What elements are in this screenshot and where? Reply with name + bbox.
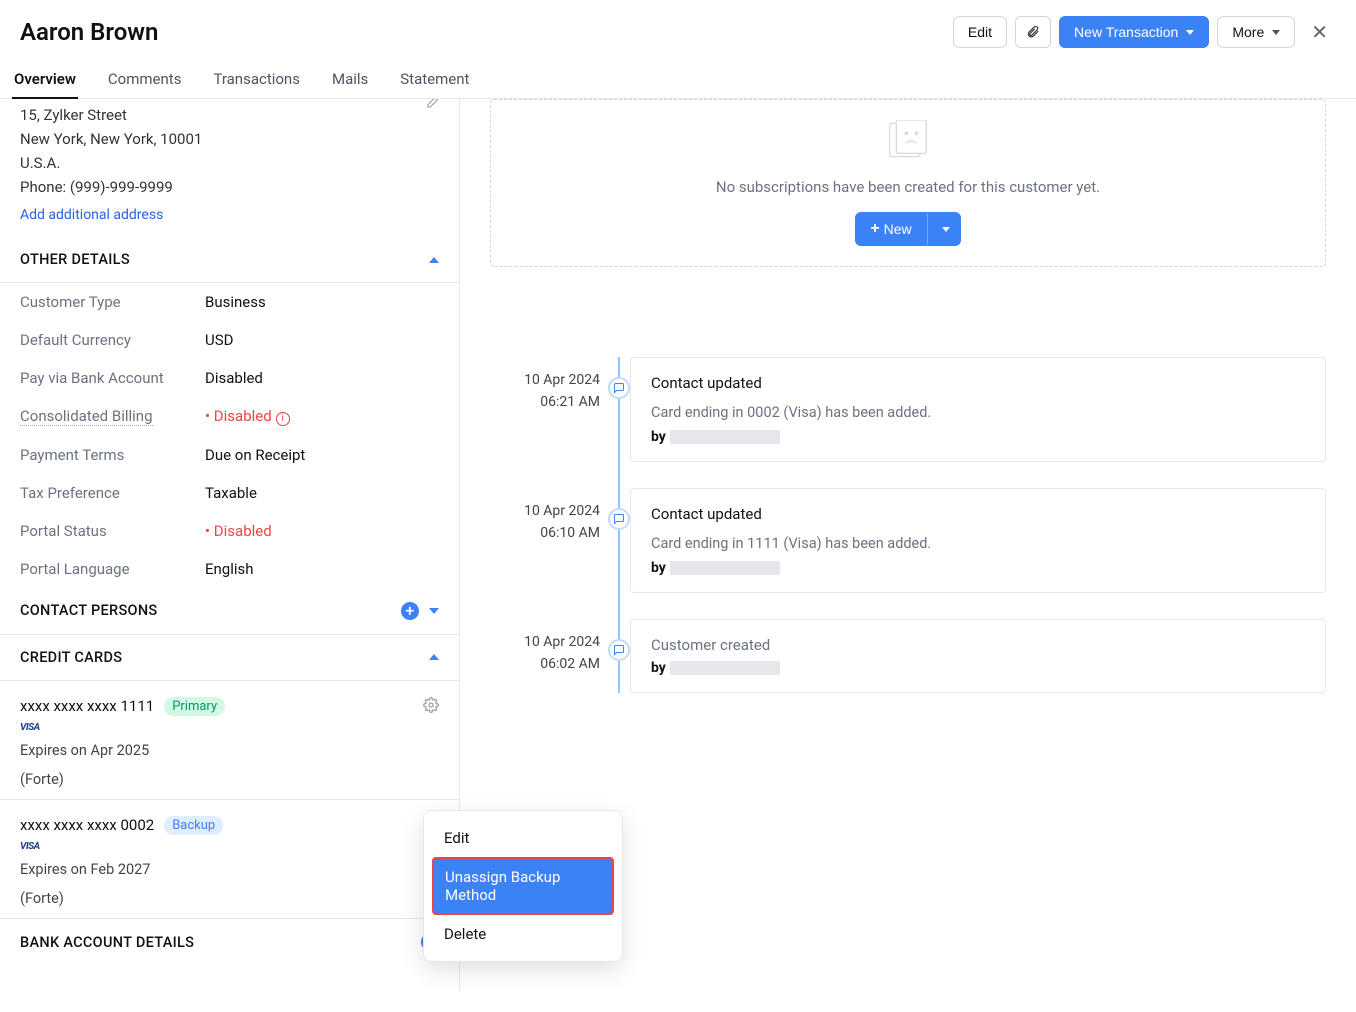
- row-pay-via-bank: Pay via Bank Account Disabled: [0, 359, 459, 397]
- card-number: xxxx xxxx xxxx 0002: [20, 816, 154, 834]
- card-expires: Expires on Apr 2025: [20, 739, 439, 762]
- new-transaction-label: New Transaction: [1074, 24, 1178, 40]
- timeline-card: Contact updated Card ending in 1111 (Vis…: [630, 488, 1326, 593]
- timeline-dot-icon: [608, 639, 630, 661]
- menu-edit[interactable]: Edit: [432, 819, 614, 857]
- redacted-user: [670, 661, 780, 675]
- timeline-dot-icon: [608, 508, 630, 530]
- subscription-empty: No subscriptions have been created for t…: [490, 99, 1326, 267]
- row-portal-language: Portal Language English: [0, 550, 459, 588]
- paperclip-icon: [1026, 24, 1040, 40]
- add-address-link[interactable]: Add additional address: [0, 203, 459, 237]
- timeline-dot-icon: [608, 377, 630, 399]
- edit-button[interactable]: Edit: [953, 16, 1007, 48]
- address-line1: 15, Zylker Street: [20, 103, 439, 127]
- more-label: More: [1232, 24, 1264, 40]
- header-actions: Edit New Transaction More ✕: [953, 16, 1336, 48]
- tab-comments[interactable]: Comments: [106, 60, 184, 98]
- row-consolidated-billing: Consolidated Billing Disabledi: [0, 397, 459, 436]
- tab-statement[interactable]: Statement: [398, 60, 471, 98]
- caret-down-icon: [942, 227, 950, 232]
- tabs: Overview Comments Transactions Mails Sta…: [0, 60, 1356, 99]
- menu-delete[interactable]: Delete: [432, 915, 614, 953]
- timeline-title: Contact updated: [651, 505, 1305, 523]
- menu-unassign-backup[interactable]: Unassign Backup Method: [432, 857, 614, 915]
- new-transaction-button[interactable]: New Transaction: [1059, 16, 1209, 48]
- row-tax-preference: Tax Preference Taxable: [0, 474, 459, 512]
- new-label: New: [884, 221, 912, 237]
- tab-overview[interactable]: Overview: [12, 60, 78, 98]
- tab-mails[interactable]: Mails: [330, 60, 370, 98]
- timeline-by: by: [651, 560, 1305, 576]
- redacted-user: [670, 430, 780, 444]
- card-number: xxxx xxxx xxxx 1111: [20, 697, 154, 715]
- close-icon[interactable]: ✕: [1303, 16, 1336, 48]
- address-phone: Phone: (999)-999-9999: [20, 175, 439, 199]
- timeline-by: by: [651, 660, 1305, 676]
- timeline-desc: Card ending in 0002 (Visa) has been adde…: [651, 404, 1305, 421]
- chevron-up-icon: [429, 654, 439, 660]
- timeline-title: Customer created: [651, 636, 1305, 654]
- section-other-details[interactable]: OTHER DETAILS: [0, 237, 459, 283]
- row-customer-type: Customer Type Business: [0, 283, 459, 321]
- more-button[interactable]: More: [1217, 16, 1295, 48]
- card-badge: Backup: [164, 816, 223, 835]
- timeline-card: Contact updated Card ending in 0002 (Vis…: [630, 357, 1326, 462]
- row-default-currency: Default Currency USD: [0, 321, 459, 359]
- info-icon[interactable]: i: [276, 412, 290, 426]
- card-brand: VISA: [20, 722, 439, 733]
- timeline-by: by: [651, 429, 1305, 445]
- sidebar: 15, Zylker Street New York, New York, 10…: [0, 99, 460, 991]
- subscription-empty-text: No subscriptions have been created for t…: [716, 178, 1100, 196]
- card-item: xxxx xxxx xxxx 1111 Primary VISA Expires…: [0, 681, 459, 800]
- new-subscription-button[interactable]: + New: [855, 212, 926, 246]
- section-title: OTHER DETAILS: [20, 251, 130, 268]
- page-title: Aaron Brown: [20, 18, 158, 46]
- new-subscription-dropdown[interactable]: [927, 212, 961, 246]
- section-title: BANK ACCOUNT DETAILS: [20, 934, 194, 951]
- timeline-item: 10 Apr 2024 06:21 AM Contact updated Car…: [630, 357, 1326, 462]
- section-credit-cards[interactable]: CREDIT CARDS: [0, 635, 459, 681]
- tab-transactions[interactable]: Transactions: [211, 60, 302, 98]
- card-gateway: (Forte): [20, 768, 439, 791]
- card-item: xxxx xxxx xxxx 0002 Backup VISA Expires …: [0, 800, 459, 919]
- redacted-user: [670, 561, 780, 575]
- address-line3: U.S.A.: [20, 151, 439, 175]
- row-payment-terms: Payment Terms Due on Receipt: [0, 436, 459, 474]
- chevron-up-icon: [429, 257, 439, 263]
- edit-address-icon[interactable]: [425, 99, 439, 117]
- timeline-item: 10 Apr 2024 06:02 AM Customer created by: [630, 619, 1326, 693]
- timeline-date: 10 Apr 2024 06:21 AM: [490, 369, 600, 414]
- card-gateway: (Forte): [20, 887, 439, 910]
- caret-down-icon: [1186, 30, 1194, 35]
- section-title: CONTACT PERSONS: [20, 602, 158, 619]
- address-block: 15, Zylker Street New York, New York, 10…: [0, 99, 459, 203]
- timeline-title: Contact updated: [651, 374, 1305, 392]
- card-expires: Expires on Feb 2027: [20, 858, 439, 881]
- timeline: 10 Apr 2024 06:21 AM Contact updated Car…: [490, 357, 1326, 693]
- card-gear-icon[interactable]: [423, 697, 439, 717]
- chevron-down-icon: [429, 608, 439, 614]
- card-brand: VISA: [20, 841, 439, 852]
- add-contact-icon[interactable]: +: [401, 602, 419, 620]
- card-options-menu: Edit Unassign Backup Method Delete: [423, 810, 623, 962]
- section-contact-persons[interactable]: CONTACT PERSONS +: [0, 588, 459, 635]
- section-bank-account[interactable]: BANK ACCOUNT DETAILS +: [0, 919, 459, 965]
- card-badge: Primary: [164, 697, 225, 716]
- caret-down-icon: [1272, 30, 1280, 35]
- timeline-desc: Card ending in 1111 (Visa) has been adde…: [651, 535, 1305, 552]
- address-line2: New York, New York, 10001: [20, 127, 439, 151]
- timeline-item: 10 Apr 2024 06:10 AM Contact updated Car…: [630, 488, 1326, 593]
- section-title: CREDIT CARDS: [20, 649, 122, 666]
- attachment-button[interactable]: [1015, 16, 1051, 48]
- row-portal-status: Portal Status Disabled: [0, 512, 459, 550]
- timeline-date: 10 Apr 2024 06:10 AM: [490, 500, 600, 545]
- timeline-card: Customer created by: [630, 619, 1326, 693]
- sad-document-icon: [883, 120, 933, 160]
- timeline-date: 10 Apr 2024 06:02 AM: [490, 631, 600, 676]
